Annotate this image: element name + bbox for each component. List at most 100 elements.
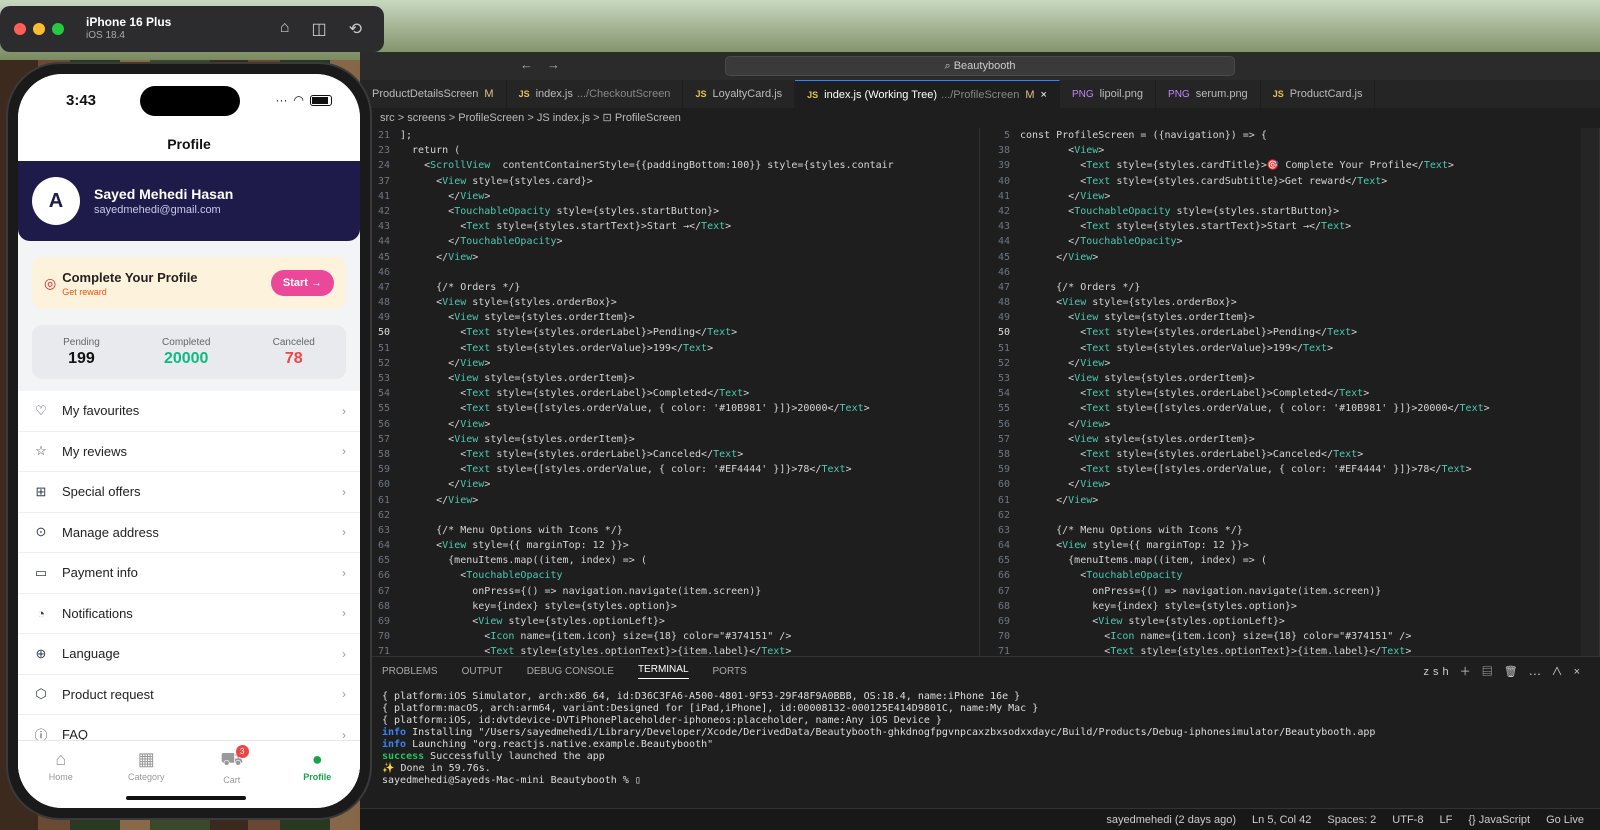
line-number: 68 (997, 600, 1010, 612)
editor-tab[interactable]: ProductDetailsScreen M (360, 80, 507, 108)
tab-home[interactable]: ⌂ Home (31, 749, 91, 808)
code-line: 67 onPress={() => navigation.navigate(it… (980, 584, 1599, 599)
code-line: 70 <Icon name={item.icon} size={18} colo… (360, 629, 979, 644)
terminal-output[interactable]: { platform:iOS Simulator, arch:x86_64, i… (360, 685, 1600, 787)
rotate-icon[interactable]: ⟲ (349, 19, 362, 39)
diff-right-pane[interactable]: 5 const ProfileScreen = ({navigation}) =>… (980, 128, 1600, 656)
editor-tab[interactable]: PNG lipoil.png (1060, 80, 1157, 108)
menu-item-product-request[interactable]: ⬡ Product request › (18, 675, 360, 715)
code-line: 48 <View style={styles.orderBox}> (980, 295, 1599, 310)
menu-item-my-reviews[interactable]: ☆ My reviews › (18, 432, 360, 472)
panel-tab-ports[interactable]: PORTS (713, 666, 747, 677)
shell-name[interactable]: zsh (1424, 666, 1453, 678)
editor-tab[interactable]: JS LoyaltyCard.js (683, 80, 796, 108)
editor-tab-path: .../CheckoutScreen (576, 88, 671, 100)
order-item[interactable]: Completed 20000 (162, 337, 210, 368)
code-text: <TouchableOpacity style={styles.startBut… (400, 205, 720, 217)
menu-item-payment-info[interactable]: ▭ Payment info › (18, 553, 360, 594)
status-item[interactable]: Go Live (1546, 814, 1584, 826)
editor-tab[interactable]: JS ProductCard.js (1261, 80, 1376, 108)
code-line: 54 <Text style={styles.orderLabel}>Compl… (360, 386, 979, 401)
menu-item-notifications[interactable]: ◔ Notifications › (18, 594, 360, 634)
terminal-text: Launching "org.reactjs.native.example.Be… (406, 739, 714, 750)
nav-arrows-icon[interactable]: ←→ (520, 57, 574, 72)
close-tab-icon[interactable]: × (1041, 89, 1047, 101)
editor-tab[interactable]: JS index.js .../CheckoutScreen (507, 80, 684, 108)
line-number: 41 (997, 190, 1010, 202)
line-number: 65 (997, 555, 1010, 567)
minimize-window-button[interactable] (33, 23, 45, 35)
menu-item-manage-address[interactable]: ⊙ Manage address › (18, 513, 360, 553)
command-search[interactable]: ⌕ Beautybooth (725, 56, 1235, 76)
diff-left-pane[interactable]: 21]; 23 return (24 <ScrollView contentCon… (360, 128, 980, 656)
order-value: 78 (284, 349, 303, 367)
simulator-os-version: iOS 18.4 (86, 30, 125, 42)
code-text: <TouchableOpacity style={styles.startBut… (1020, 205, 1340, 217)
code-line: 48 <View style={styles.orderBox}> (360, 295, 979, 310)
tab-profile[interactable]: ● Profile (287, 749, 347, 808)
user-email: sayedmehedi@gmail.com (94, 204, 221, 216)
code-line: 63 {/* Menu Options with Icons */} (360, 523, 979, 538)
code-line: 52 </View> (980, 356, 1599, 371)
panel-tab-terminal[interactable]: TERMINAL (637, 664, 689, 679)
order-item[interactable]: Pending 199 (63, 337, 100, 368)
menu-item-label: My reviews (62, 443, 128, 459)
status-item[interactable]: LF (1439, 814, 1452, 826)
breadcrumb[interactable]: src > screens > ProfileScreen > JS index… (360, 108, 1600, 128)
code-text: <Text style={[styles.orderValue, { color… (1020, 464, 1472, 476)
menu-item-special-offers[interactable]: ⊞ Special offers › (18, 472, 360, 513)
status-item[interactable]: {} JavaScript (1468, 814, 1530, 826)
code-line: 65 {menuItems.map((item, index) => ( (980, 553, 1599, 568)
close-window-button[interactable] (14, 23, 26, 35)
line-number: 47 (997, 281, 1010, 293)
home-icon[interactable]: ⌂ (280, 19, 290, 39)
box-icon: ⬡ (35, 686, 47, 702)
panel-tab-output[interactable]: OUTPUT (462, 666, 503, 677)
code-line: 57 <View style={styles.orderItem}> (980, 432, 1599, 447)
home-indicator (126, 796, 246, 800)
terminal-action-icons[interactable]: ＋ ▤ 🗑 ⋯ ∧ × (1453, 666, 1584, 678)
code-text: {/* Orders */} (400, 281, 521, 293)
terminal-line: sayedmehedi@Sayeds-Mac-mini Beautybooth … (382, 775, 1600, 787)
editor-tab[interactable]: JS index.js (Working Tree) .../ProfileScre… (795, 80, 1060, 108)
globe-icon: ⊕ (35, 645, 47, 661)
code-text: <View> (1020, 145, 1105, 157)
code-line: 46 (360, 265, 979, 280)
line-number: 42 (997, 205, 1010, 217)
profile-header: A Sayed Mehedi Hasan sayedmehedi@gmail.c… (18, 161, 360, 241)
screenshot-icon[interactable]: ◫ (311, 19, 326, 39)
code-line: 21]; (360, 128, 979, 143)
menu-item-label: Notifications (62, 605, 133, 621)
editor-tab[interactable]: PNG serum.png (1156, 80, 1261, 108)
line-number: 44 (997, 236, 1010, 248)
command-search-text: Beautybooth (953, 60, 1016, 72)
code-line: 50 <Text style={styles.orderLabel}>Pendi… (360, 325, 979, 340)
code-line: 64 <View style={{ marginTop: 12 }}> (360, 538, 979, 553)
zoom-window-button[interactable] (52, 23, 64, 35)
terminal-text: { platform:iOS, id:dvtdevice-DVTiPhonePl… (382, 715, 942, 726)
status-item[interactable]: Spaces: 2 (1327, 814, 1376, 826)
line-number: 53 (997, 373, 1010, 384)
card-icon: ▭ (34, 564, 48, 580)
status-item[interactable]: sayedmehedi (2 days ago) (1106, 814, 1236, 826)
code-line: 52 </View> (360, 356, 979, 371)
status-item[interactable]: Ln 5, Col 42 (1252, 814, 1311, 826)
status-item[interactable]: UTF-8 (1392, 814, 1423, 826)
menu-item-language[interactable]: ⊕ Language › (18, 634, 360, 675)
code-line: 50 <Text style={styles.orderLabel}>Pendi… (980, 325, 1599, 340)
minimap[interactable] (1581, 128, 1599, 656)
start-button[interactable]: Start → (270, 270, 334, 296)
code-text: <Text style={styles.cardTitle}>🎯 Complet… (1020, 160, 1454, 172)
order-item[interactable]: Canceled 78 (273, 337, 315, 368)
terminal-line: { platform:macOS, arch:arm64, variant:De… (382, 703, 1600, 715)
menu-item-my-favourites[interactable]: ♡ My favourites › (18, 391, 360, 432)
terminal-line: { platform:iOS, id:dvtdevice-DVTiPhonePl… (382, 715, 1600, 727)
code-line: 43 <Text style={styles.startText}>Start … (980, 219, 1599, 234)
code-line: 58 <Text style={styles.orderLabel}>Cance… (980, 447, 1599, 462)
avatar[interactable]: A (32, 177, 80, 225)
panel-tab-problems[interactable]: PROBLEMS (382, 666, 438, 677)
code-text: <Text style={[styles.orderValue, { color… (400, 403, 870, 415)
editor-tab-label: index.js (535, 88, 573, 100)
panel-tab-debug-console[interactable]: DEBUG CONSOLE (527, 666, 614, 677)
code-text: </View> (400, 251, 479, 263)
